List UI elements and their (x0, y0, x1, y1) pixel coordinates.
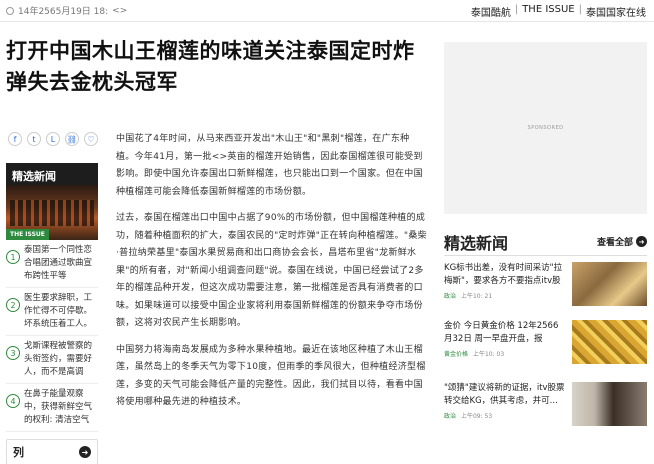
list-item[interactable]: 3 戈斯课程被警察的头衔签约，需要好人，而不是高调的。 (6, 336, 98, 384)
news-headline[interactable]: KG标书出差，没有时间采访"拉梅斯"，要求各方不要指点itv股票... (444, 262, 566, 288)
item-number: 3 (6, 346, 20, 360)
news-meta: 政治 上午09: 53 (444, 411, 492, 420)
see-all-label: 查看全部 (596, 238, 633, 248)
line-icon[interactable]: L (46, 132, 60, 146)
more-label: 列 (13, 446, 24, 459)
ad-banner[interactable]: SPONSORED (444, 42, 647, 214)
item-text[interactable]: 泰国第一个同性恋合唱团通过歌曲宣布跨性平等 (24, 244, 98, 283)
share-symbol[interactable]: <> (112, 6, 127, 16)
link-icon[interactable]: ⛓ (65, 132, 79, 146)
ad-label: SPONSORED (527, 125, 564, 131)
item-number: 2 (6, 298, 20, 312)
news-card[interactable]: 金价 今日黄金价格 12年2566月32日 周一早盘开盘，报650，<> 黄金价… (444, 320, 647, 364)
arrow-right-icon: ➜ (636, 236, 647, 247)
nav-item-thaismile[interactable]: 泰国酷航 (471, 4, 511, 19)
news-category: 黄金价格 (444, 351, 469, 358)
news-category: 政治 (444, 293, 457, 300)
publish-date: 14年2565月19日 18: <> (6, 4, 127, 17)
news-time: 上午09: 53 (460, 413, 493, 420)
news-card[interactable]: KG标书出差，没有时间采访"拉梅斯"，要求各方不要指点itv股票... 政治 上… (444, 262, 647, 306)
divider (444, 255, 647, 256)
news-time: 上午10: 21 (460, 293, 493, 300)
twitter-icon[interactable]: t (27, 132, 41, 146)
clock-icon (6, 6, 14, 15)
featured-image[interactable]: THE ISSUE (6, 185, 98, 240)
news-headline[interactable]: 金价 今日黄金价格 12年2566月32日 周一早盘开盘，报650，<> (444, 320, 566, 346)
news-thumbnail[interactable] (572, 262, 647, 306)
breadcrumb: 泰国酷航 | THE ISSUE | 泰国国家在线 (470, 4, 646, 19)
article-body: 中国花了4年时间，从马来西亚开发出"木山王"和"黑刺"榴莲，在广东种植。今年41… (116, 131, 428, 421)
news-category: 政治 (444, 413, 457, 420)
article-title: 打开中国木山王榴莲的味道关注泰国定时炸弹失去金枕头冠军 (6, 39, 415, 94)
image-tag: THE ISSUE (6, 229, 49, 240)
heart-icon[interactable]: ♡ (84, 132, 98, 146)
nav-item-thailand-online[interactable]: 泰国国家在线 (586, 4, 646, 19)
paragraph: 中国花了4年时间，从马来西亚开发出"木山王"和"黑刺"榴莲，在广东种植。今年41… (116, 134, 423, 197)
nav-item-the-issue[interactable]: THE ISSUE (522, 4, 574, 19)
paragraph: 中国努力将海南岛发展成为多种水果种植地。最近在该地区种植了木山王榴莲，虽然岛上的… (116, 344, 426, 408)
item-text[interactable]: 戈斯课程被警察的头衔签约，需要好人，而不是高调的。 (24, 340, 98, 379)
news-meta: 政治 上午10: 21 (444, 291, 492, 300)
item-number: 1 (6, 250, 20, 264)
left-sidebar-title: 精选新闻 (6, 163, 98, 185)
news-card[interactable]: "颂猜"建议将新的证据，itv股票转交给KG，供其考虑，并可... 政治 上午0… (444, 382, 647, 426)
picks-header: 精选新闻 查看全部 ➜ (444, 230, 647, 253)
news-headline[interactable]: "颂猜"建议将新的证据，itv股票转交给KG，供其考虑，并可... (444, 382, 566, 408)
top-bar: 14年2565月19日 18: <> 泰国酷航 | THE ISSUE | 泰国… (0, 0, 654, 22)
news-meta: 黄金价格 上午10: 03 (444, 349, 504, 358)
more-button[interactable]: 列 ➜ (6, 439, 98, 464)
item-text[interactable]: 医生要求辞职，工作忙得不可停歇。坏系统压着工人。 (24, 292, 98, 331)
share-bar: f t L ⛓ ♡ (8, 132, 98, 146)
see-all-link[interactable]: 查看全部 ➜ (597, 235, 647, 248)
news-time: 上午10: 03 (472, 351, 505, 358)
left-sidebar: 精选新闻 THE ISSUE 1 泰国第一个同性恋合唱团通过歌曲宣布跨性平等 2… (6, 163, 98, 464)
news-thumbnail[interactable] (572, 320, 647, 364)
picks-title: 精选新闻 (444, 234, 509, 253)
facebook-icon[interactable]: f (8, 132, 22, 146)
list-item[interactable]: 1 泰国第一个同性恋合唱团通过歌曲宣布跨性平等 (6, 240, 98, 288)
news-thumbnail[interactable] (572, 382, 647, 426)
list-item[interactable]: 2 医生要求辞职，工作忙得不可停歇。坏系统压着工人。 (6, 288, 98, 336)
list-item[interactable]: 4 在鼻子能量观察中，获得新鲜空气的权利: 清洁空气 (6, 384, 98, 432)
paragraph: 过去，泰国在榴莲出口中国中占据了90%的市场份额，但中国榴莲种植的成功，随着种植… (116, 213, 427, 328)
item-number: 4 (6, 394, 20, 408)
date-text: 14年2565月19日 18: (18, 7, 109, 17)
item-text[interactable]: 在鼻子能量观察中，获得新鲜空气的权利: 清洁空气 (24, 388, 98, 427)
arrow-right-icon: ➜ (79, 446, 91, 458)
